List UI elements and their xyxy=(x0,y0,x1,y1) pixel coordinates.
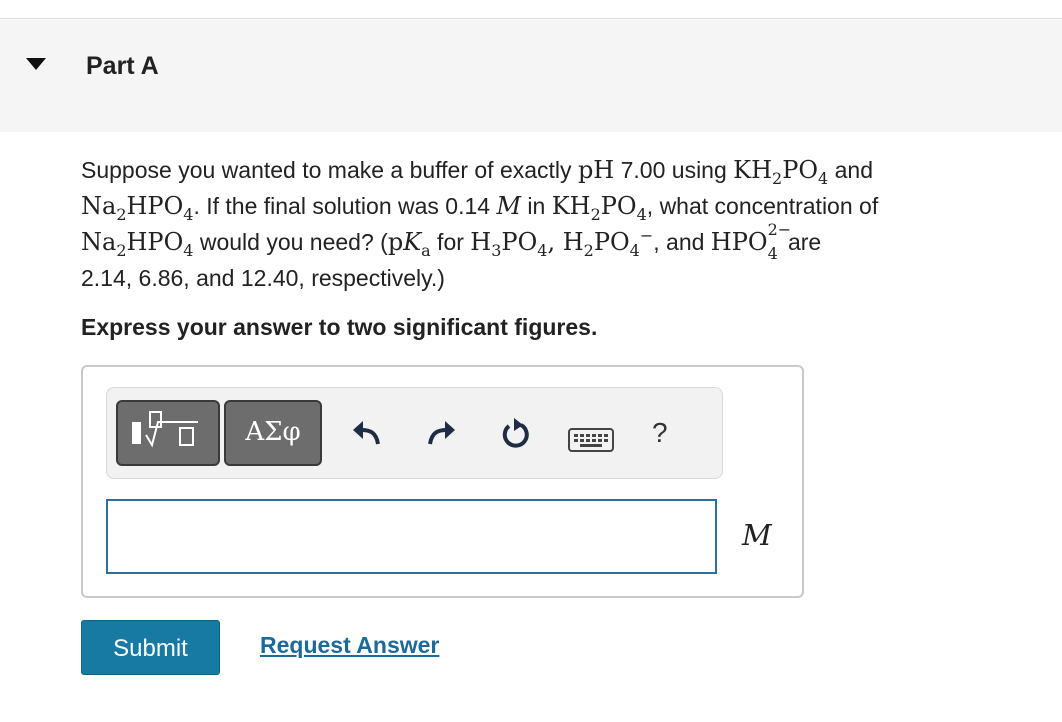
answer-unit: M xyxy=(742,518,772,552)
part-header[interactable] xyxy=(0,20,1062,132)
question-text: Suppose you wanted to make a buffer of e… xyxy=(81,156,879,291)
top-divider xyxy=(0,18,1062,19)
answer-input[interactable] xyxy=(106,499,717,574)
keyboard-icon[interactable] xyxy=(568,422,614,458)
templates-button[interactable] xyxy=(116,400,220,466)
submit-button[interactable]: Submit xyxy=(81,620,220,675)
redo-icon[interactable] xyxy=(426,416,458,452)
reset-icon[interactable] xyxy=(499,416,533,452)
instruction-text: Express your answer to two significant f… xyxy=(81,314,598,340)
undo-icon[interactable] xyxy=(350,416,382,452)
help-button[interactable]: ? xyxy=(652,417,668,449)
part-title: Part A xyxy=(86,52,159,80)
request-answer-link[interactable]: Request Answer xyxy=(260,632,439,659)
templates-icon xyxy=(132,411,198,448)
collapse-caret-icon[interactable] xyxy=(26,58,46,70)
greek-symbols-button[interactable]: ΑΣφ xyxy=(224,400,322,466)
